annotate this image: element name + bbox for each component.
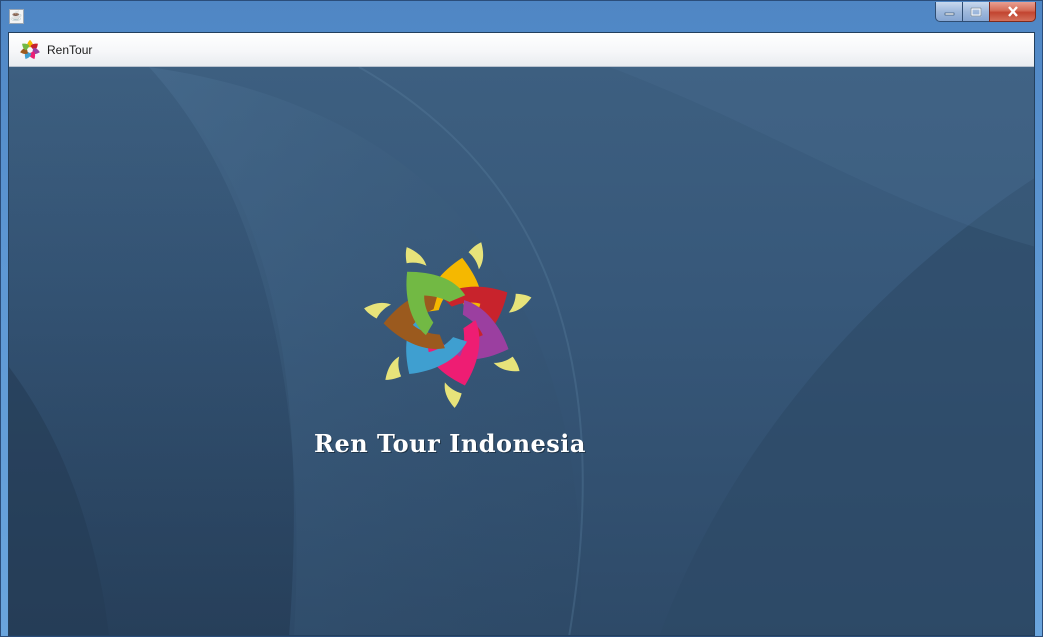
logo-accent-leaf (444, 382, 462, 408)
menu-bar: RenTour (9, 33, 1034, 67)
menu-rentour[interactable]: RenTour (13, 37, 98, 63)
logo-accent-leaf (468, 242, 484, 270)
close-button[interactable] (989, 2, 1036, 22)
flower-logo-icon (20, 39, 40, 60)
java-cup-icon[interactable]: ☕ (9, 9, 24, 24)
logo-accent-leaf (405, 247, 427, 266)
logo-accent-leaf (508, 293, 532, 313)
logo-accent-leaf (385, 356, 402, 380)
maximize-button[interactable] (962, 2, 989, 22)
title-bar[interactable]: ☕ (1, 1, 1042, 31)
app-window: ☕ RenTour Ren Tour Indonesia (0, 0, 1043, 637)
window-controls (935, 2, 1036, 24)
logo-accent-leaf (364, 302, 392, 319)
logo-accent-leaf (493, 356, 520, 372)
maximize-icon (970, 7, 982, 16)
minimize-icon (944, 12, 954, 15)
client-area: RenTour Ren Tour Indonesia (8, 32, 1035, 636)
minimize-button[interactable] (935, 2, 962, 22)
menu-rentour-label: RenTour (47, 43, 93, 57)
desktop-background: Ren Tour Indonesia (9, 67, 1034, 635)
flower-logo (364, 242, 532, 408)
close-icon (1007, 6, 1018, 17)
brand-title: Ren Tour Indonesia (314, 429, 586, 458)
